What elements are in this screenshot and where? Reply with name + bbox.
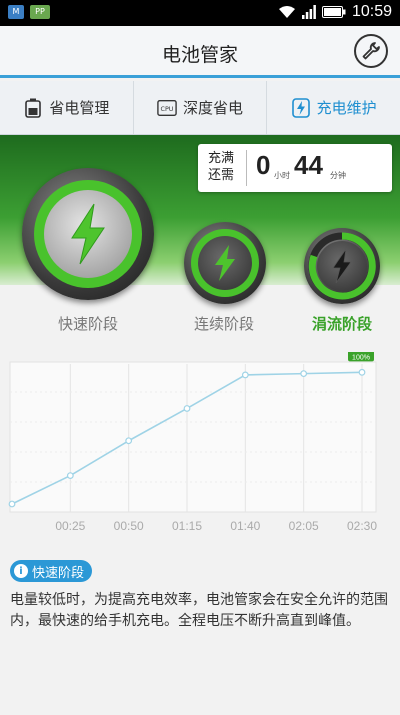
x-tick-label: 02:05 (289, 519, 319, 533)
minutes-unit: 分钟 (330, 171, 346, 180)
wrench-icon (362, 42, 380, 60)
svg-text:CPU: CPU (161, 106, 174, 113)
chart-plot-area (9, 361, 377, 513)
x-tick-label: 00:50 (114, 519, 144, 533)
status-bar: M PP 10:59 (0, 0, 400, 26)
battery-status-icon (321, 6, 346, 18)
stage-label-trickle: 涓流阶段 (312, 315, 373, 333)
full-badge-label: 100% (352, 354, 370, 361)
stage-label-continuous: 连续阶段 (194, 315, 255, 333)
x-tick-label: 00:25 (55, 519, 85, 533)
tab-charge-maintenance[interactable]: 充电维护 (267, 81, 400, 134)
stage-label-fast: 快速阶段 (58, 315, 119, 333)
x-tick-label: 02:30 (347, 519, 377, 533)
title-bar: 电池管家 (0, 26, 400, 78)
stage-trickle-indicator[interactable] (304, 228, 380, 304)
notification-icon: M (8, 5, 24, 19)
divider (246, 150, 247, 186)
lightning-icon (71, 203, 105, 265)
clock: 10:59 (351, 3, 392, 20)
tab-label: 充电维护 (316, 99, 377, 117)
page-title: 电池管家 (161, 44, 238, 66)
signal-icon (301, 5, 316, 19)
data-point (300, 370, 308, 378)
tab-label: 深度省电 (183, 99, 244, 117)
tab-label: 省电管理 (49, 99, 110, 117)
x-tick-label: 01:15 (172, 519, 202, 533)
hours-unit: 小时 (274, 171, 290, 180)
lightning-icon (332, 248, 352, 284)
stage-info-title: 快速阶段 (32, 565, 85, 581)
cpu-icon: CPU (157, 98, 177, 118)
hours-value: 0 (256, 150, 271, 180)
notification-icon: PP (30, 5, 50, 19)
time-remaining-card: 充满 还需 0 小时 44 分钟 (198, 144, 392, 192)
data-point (125, 437, 133, 445)
x-tick-label: 01:40 (230, 519, 260, 533)
tab-power-management[interactable]: 省电管理 (0, 81, 134, 134)
charge-chart: 00:25 00:50 01:15 01:40 02:05 02:30 100% (6, 352, 396, 542)
tab-bar: 省电管理 CPU 深度省电 充电维护 (0, 81, 400, 135)
data-point (183, 405, 191, 412)
data-point (66, 472, 74, 479)
stage-fast-indicator[interactable] (22, 168, 154, 300)
info-icon: i (14, 564, 28, 578)
data-point (358, 368, 366, 376)
stage-description: 电量较低时，为提高充电效率，电池管家会在安全允许的范围内，最快速的给手机充电。全… (10, 592, 388, 629)
time-remaining-label: 充满 还需 (208, 151, 235, 183)
chart-svg: 00:25 00:50 01:15 01:40 02:05 02:30 100% (8, 352, 377, 533)
lightning-icon (215, 245, 235, 281)
data-point (8, 500, 16, 508)
data-point (241, 371, 249, 379)
tab-deep-saving[interactable]: CPU 深度省电 (134, 81, 268, 134)
notification-icons: M PP (8, 5, 50, 19)
battery-icon (23, 98, 43, 118)
minutes-value: 44 (294, 150, 323, 180)
wifi-icon (278, 6, 295, 18)
stage-continuous-indicator[interactable] (184, 222, 266, 304)
stage-info-badge: i 快速阶段 (10, 560, 93, 582)
settings-button[interactable] (354, 34, 388, 68)
lightning-icon (291, 97, 311, 118)
